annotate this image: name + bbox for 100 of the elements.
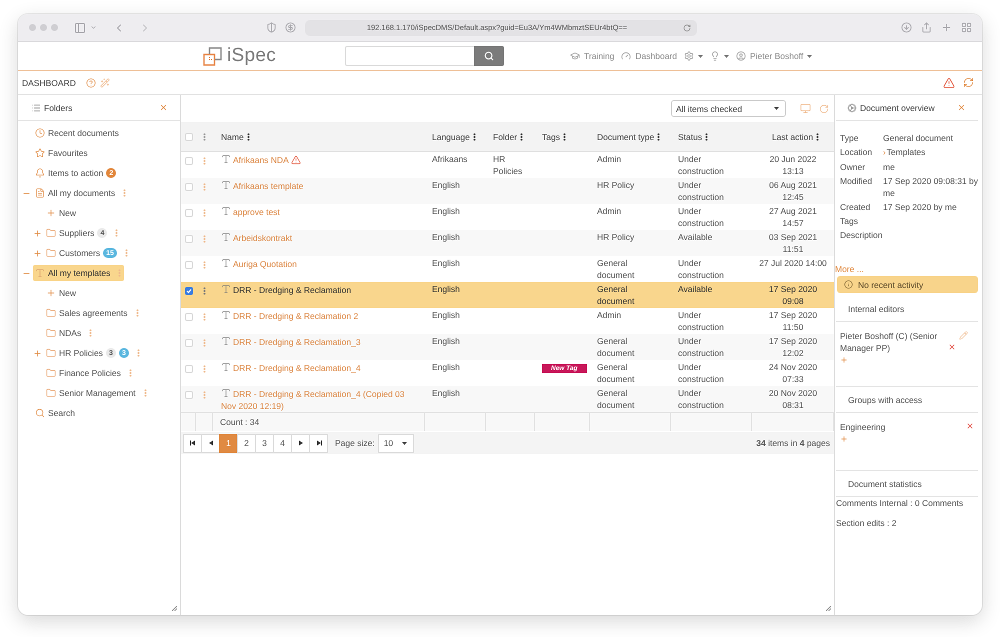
- tree-item[interactable]: Search: [33, 405, 78, 421]
- column-header[interactable]: Tags: [542, 130, 560, 142]
- row-menu-icon[interactable]: [203, 183, 206, 191]
- next-page-button[interactable]: [291, 434, 310, 452]
- page-button[interactable]: 4: [273, 434, 292, 452]
- close-icon[interactable]: [957, 103, 966, 112]
- close-icon[interactable]: [159, 103, 168, 112]
- resize-grip-icon[interactable]: [172, 606, 177, 611]
- resize-grip-icon[interactable]: [826, 606, 831, 611]
- panel-title: Folders: [44, 102, 72, 112]
- kebab-menu-icon[interactable]: [144, 389, 147, 397]
- new-tab-icon[interactable]: [941, 22, 952, 33]
- sidebar-icon[interactable]: [74, 22, 86, 34]
- kebab-menu-icon[interactable]: [124, 249, 128, 257]
- table-cell-text: English: [431, 387, 461, 400]
- search-field[interactable]: [345, 46, 474, 66]
- share-icon[interactable]: [921, 22, 932, 33]
- expand-icon[interactable]: [33, 248, 42, 258]
- column-menu-icon[interactable]: [472, 132, 476, 140]
- page-button[interactable]: 3: [255, 434, 274, 452]
- kebab-menu-icon[interactable]: [136, 309, 139, 317]
- tree-item[interactable]: New: [44, 285, 80, 301]
- monitor-icon[interactable]: [800, 103, 811, 114]
- help-menu[interactable]: [710, 51, 729, 61]
- column-menu-icon[interactable]: [705, 132, 708, 140]
- row-menu-icon[interactable]: [203, 235, 206, 243]
- kebab-menu-icon[interactable]: [115, 229, 118, 237]
- row-menu-icon[interactable]: [203, 157, 206, 165]
- tree-item[interactable]: NDAs: [44, 325, 96, 341]
- row-checkbox[interactable]: [185, 287, 193, 295]
- table-row[interactable]: DRR - Dredging & Reclamation English General document Available 17 Sep 2020 09:08: [181, 282, 834, 308]
- search-button[interactable]: [474, 46, 504, 66]
- kebab-menu-icon[interactable]: [123, 189, 126, 197]
- remove-icon[interactable]: [966, 422, 974, 430]
- folder-icon: [46, 308, 56, 318]
- last-page-button[interactable]: [309, 434, 328, 452]
- table-cell-text: English: [431, 205, 461, 218]
- kebab-menu-icon[interactable]: [203, 132, 206, 140]
- download-icon[interactable]: [901, 22, 912, 33]
- column-header[interactable]: Folder: [493, 130, 518, 142]
- expand-icon[interactable]: [33, 228, 42, 238]
- column-header[interactable]: Language: [432, 130, 470, 142]
- tree-item[interactable]: Finance Policies: [44, 365, 135, 381]
- row-menu-icon[interactable]: [203, 365, 206, 373]
- tree-item[interactable]: New: [44, 205, 80, 221]
- tree-item[interactable]: Sales agreements: [44, 305, 142, 321]
- row-menu-icon[interactable]: [203, 313, 206, 321]
- expand-icon[interactable]: [33, 348, 42, 358]
- shield-icon[interactable]: [266, 22, 277, 33]
- tabs-grid-icon[interactable]: [961, 22, 972, 33]
- tree-item[interactable]: Recent documents: [33, 125, 122, 141]
- filter-dropdown[interactable]: All items checked: [671, 100, 786, 117]
- tree-item[interactable]: Favourites: [33, 145, 91, 161]
- column-menu-icon[interactable]: [246, 132, 250, 140]
- row-menu-icon[interactable]: [203, 261, 206, 269]
- add-icon[interactable]: [840, 356, 848, 364]
- column-header[interactable]: Name: [221, 130, 244, 142]
- tree-item[interactable]: All my templates: [33, 265, 124, 281]
- dollar-circle-icon[interactable]: [285, 22, 296, 33]
- magic-wand-icon[interactable]: [100, 78, 110, 88]
- help-icon[interactable]: [86, 78, 96, 88]
- refresh-icon[interactable]: [963, 77, 974, 88]
- document-link[interactable]: DRR - Dredging & Reclamation: [221, 284, 417, 296]
- settings-menu[interactable]: [684, 51, 703, 61]
- row-menu-icon[interactable]: [203, 287, 206, 295]
- warning-icon[interactable]: [943, 76, 955, 88]
- table-row[interactable]: DRR - Dredging & Reclamation_4 (Copied 03 Nov 2020 12:19) English General document Under construction 20 Nov 2020 08:31: [181, 386, 834, 412]
- folder-icon: [46, 348, 56, 358]
- table-row[interactable]: DRR - Dredging & Reclamation_3 English General document Under construction 17 Sep 2020 12:02: [181, 334, 834, 360]
- table-row[interactable]: Afrikaans template English HR Policy Under construction 06 Aug 2021 12:45: [181, 178, 834, 204]
- column-header[interactable]: Document type: [597, 130, 654, 142]
- caret-icon[interactable]: [90, 24, 97, 31]
- column-header[interactable]: Status: [678, 130, 702, 142]
- refresh-icon[interactable]: [819, 104, 829, 114]
- row-menu-icon[interactable]: [203, 339, 206, 347]
- column-menu-icon[interactable]: [657, 132, 660, 140]
- tree-item[interactable]: Senior Management: [44, 385, 150, 401]
- remove-icon[interactable]: [948, 343, 956, 351]
- table-cell-text: Under construction: [677, 179, 725, 204]
- previous-page-button[interactable]: [201, 434, 220, 452]
- tree-item[interactable]: All my documents: [33, 185, 130, 201]
- kebab-menu-icon[interactable]: [89, 329, 92, 337]
- row-menu-icon[interactable]: [203, 209, 206, 217]
- pencil-icon[interactable]: [959, 331, 968, 340]
- page-size-dropdown[interactable]: 10: [378, 434, 414, 452]
- kebab-menu-icon[interactable]: [136, 349, 140, 357]
- column-menu-icon[interactable]: [562, 132, 566, 140]
- section-title: Document statistics: [848, 478, 922, 488]
- column-menu-icon[interactable]: [816, 132, 820, 140]
- select-all-checkbox[interactable]: [185, 132, 193, 140]
- column-menu-icon[interactable]: [520, 132, 524, 140]
- row-menu-icon[interactable]: [203, 391, 206, 399]
- first-page-button[interactable]: [183, 434, 202, 452]
- add-icon[interactable]: [840, 435, 848, 443]
- kebab-menu-icon[interactable]: [128, 369, 132, 377]
- page-title: DASHBOARD: [22, 78, 76, 88]
- page-button[interactable]: 2: [237, 434, 256, 452]
- reload-icon[interactable]: [683, 24, 691, 32]
- table-row[interactable]: Arbeidskontrakt English HR Policy Available 03 Sep 2021 11:51: [181, 230, 834, 256]
- column-header[interactable]: Last action: [772, 130, 814, 142]
